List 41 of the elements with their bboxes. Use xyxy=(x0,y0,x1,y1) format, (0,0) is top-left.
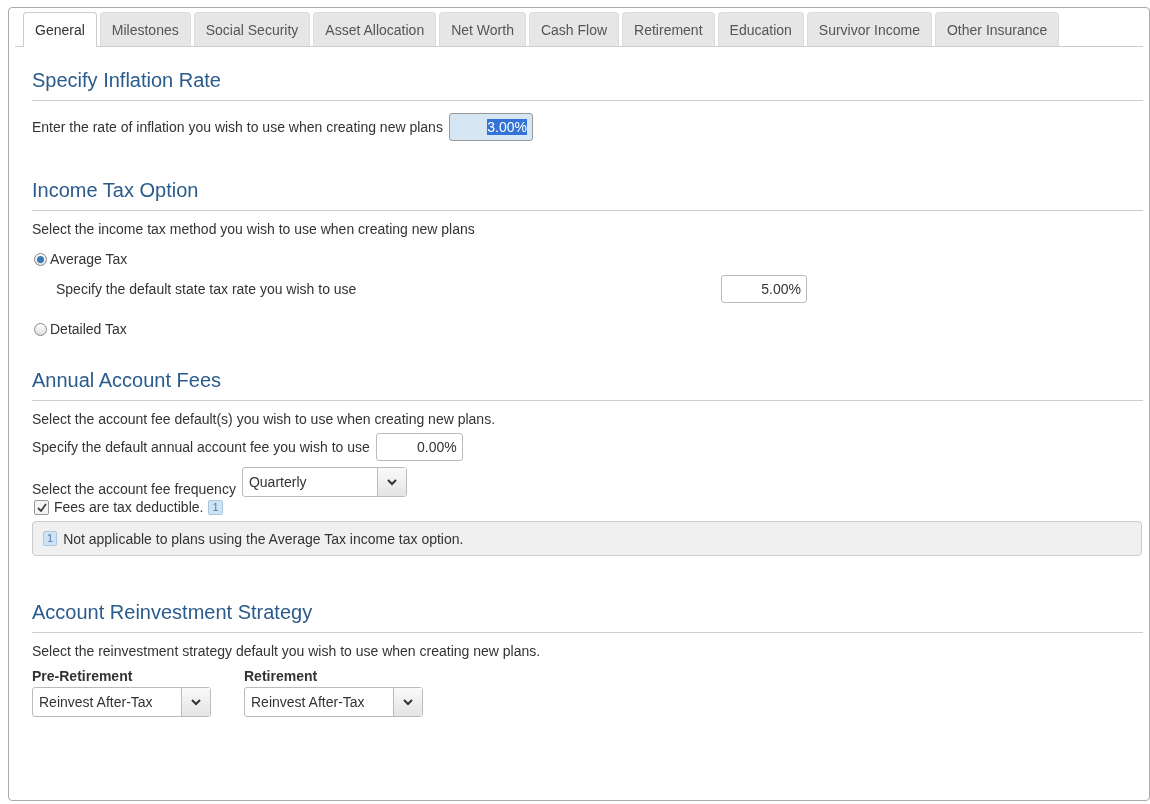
tab[interactable]: Asset Allocation xyxy=(313,12,437,46)
strategy-dropdown[interactable]: Reinvest After-Tax xyxy=(32,687,211,717)
tab[interactable]: Social Security xyxy=(193,12,311,46)
strategy-dropdown[interactable]: Reinvest After-Tax xyxy=(244,687,423,717)
section-heading: Income Tax Option xyxy=(32,141,1143,211)
radio-button[interactable] xyxy=(34,252,47,266)
fee-input[interactable]: 0.00% xyxy=(375,433,463,461)
chevron-icon xyxy=(403,698,413,706)
field-label: Specify the default annual account fee you wish to use xyxy=(32,439,370,455)
tab[interactable]: Net Worth xyxy=(439,12,526,46)
frequency-dropdown[interactable]: Quarterly xyxy=(241,467,407,497)
chevron-icon xyxy=(191,698,201,706)
footnote-text: Not applicable to plans using the Average Tax income tax option. xyxy=(63,530,464,547)
footnote-marker: 1 xyxy=(208,499,223,515)
checkbox-label[interactable]: Fees are tax deductible. xyxy=(54,499,204,515)
state-tax-input[interactable]: 5.00% xyxy=(721,275,807,303)
tab[interactable]: Other Insurance xyxy=(935,12,1060,46)
inflation-input[interactable]: 3.00% xyxy=(448,113,533,141)
radio-label[interactable]: Average Tax xyxy=(50,251,128,267)
section-heading: Annual Account Fees xyxy=(32,337,1143,401)
instruction-text: Select the account fee default(s) you wish to use when creating new plans. xyxy=(32,411,497,427)
section-heading: Account Reinvestment Strategy xyxy=(32,556,1143,633)
tab[interactable]: Education xyxy=(717,12,804,46)
section-heading: Specify Inflation Rate xyxy=(32,47,1143,101)
field-label: Retirement xyxy=(244,668,319,684)
tab[interactable]: General xyxy=(23,12,97,47)
instruction-text: Select the income tax method you wish to use when creating new plans xyxy=(32,221,476,237)
field-label: Specify the default state tax rate you wish to use xyxy=(56,281,357,297)
instruction-text: Select the reinvestment strategy default you wish to use when creating new plans. xyxy=(32,643,542,659)
tab[interactable]: Cash Flow xyxy=(528,12,620,46)
checkbox[interactable] xyxy=(34,499,49,515)
field-label: Pre-Retirement xyxy=(32,668,134,684)
field-label: Enter the rate of inflation you wish to use when creating new plans xyxy=(32,119,443,135)
tab[interactable]: Retirement xyxy=(622,12,715,46)
chevron-icon xyxy=(386,478,397,486)
footnote-marker: 1 xyxy=(43,531,58,546)
radio-label[interactable]: Detailed Tax xyxy=(50,321,127,337)
tab[interactable]: Survivor Income xyxy=(806,12,932,46)
field-label: Select the account fee frequency xyxy=(32,481,236,497)
radio-button[interactable] xyxy=(34,322,47,336)
tab[interactable]: Milestones xyxy=(99,12,191,46)
